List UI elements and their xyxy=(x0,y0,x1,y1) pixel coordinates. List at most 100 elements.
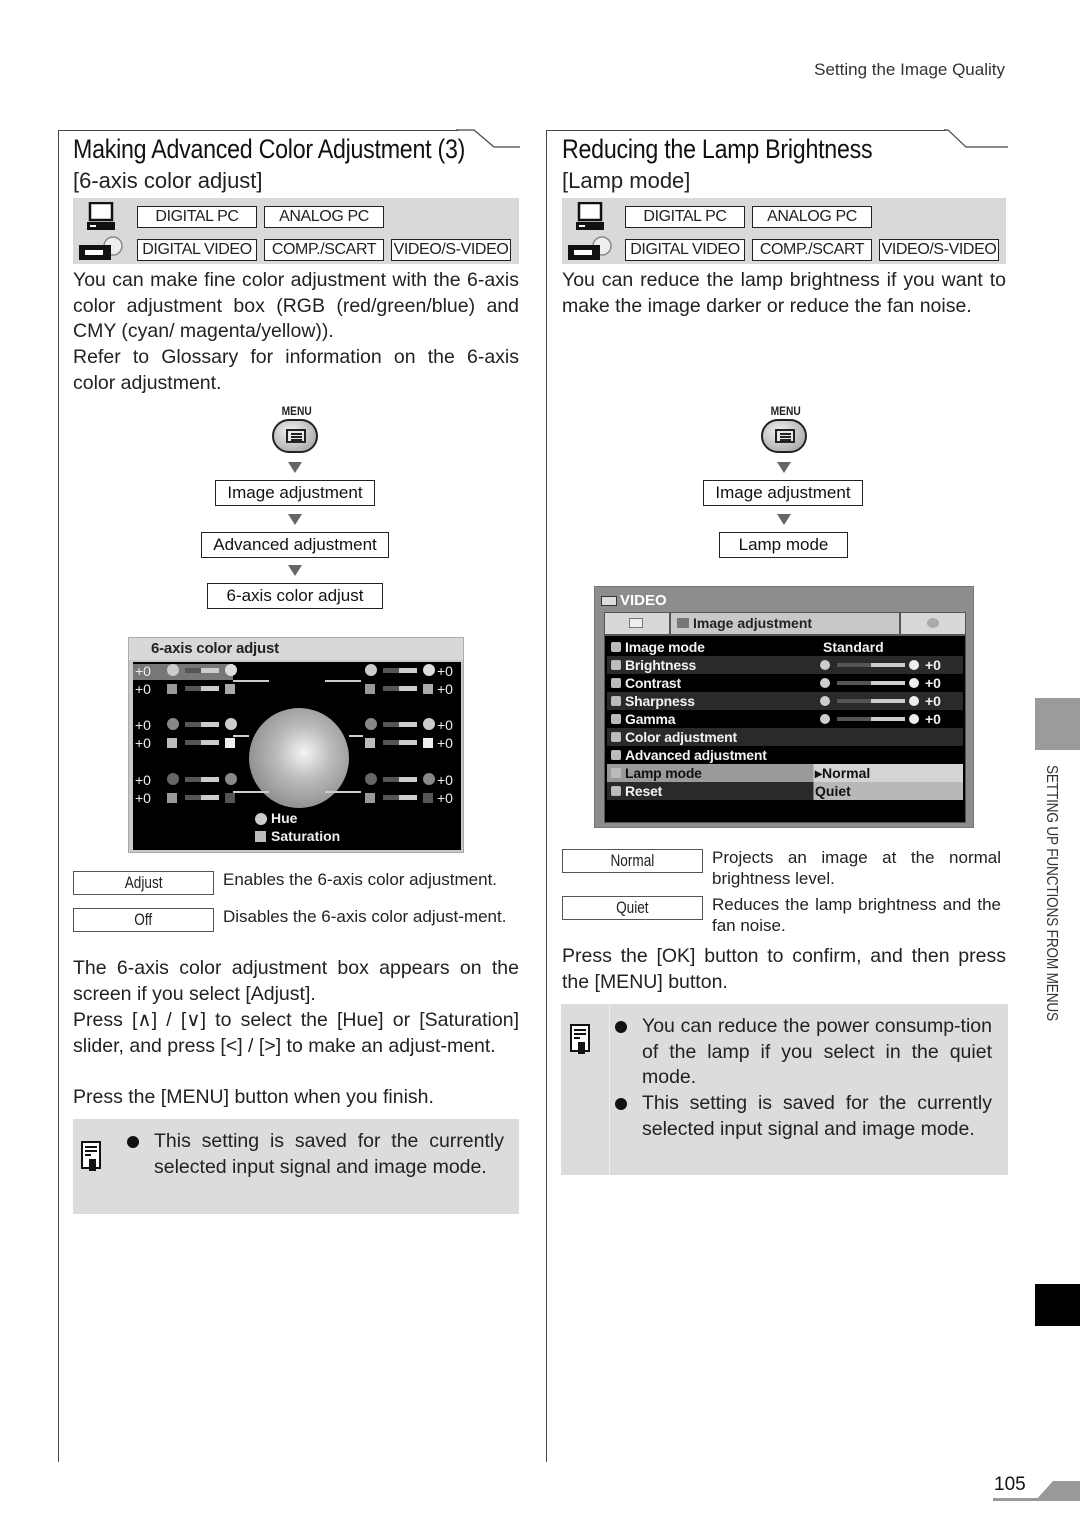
step-image-adjustment: Image adjustment xyxy=(215,480,375,506)
menu-row-value: Quiet xyxy=(815,783,851,799)
computer-icon xyxy=(87,202,115,230)
axis-value: +0 xyxy=(437,681,453,697)
slider-min-icon xyxy=(820,696,830,706)
axis-slider[interactable] xyxy=(383,722,417,727)
slider-min-icon xyxy=(820,714,830,724)
menu-row-label: Contrast xyxy=(625,675,681,691)
left-note-text: This setting is saved for the currently … xyxy=(154,1130,504,1178)
value-slider[interactable] xyxy=(837,681,905,685)
axis-slider[interactable] xyxy=(185,795,219,800)
menu-row-icon xyxy=(611,732,621,742)
menu-row-gamma[interactable]: Gamma +0 xyxy=(607,710,963,728)
axis-slider[interactable] xyxy=(185,722,219,727)
menu-row-sharpness[interactable]: Sharpness +0 xyxy=(607,692,963,710)
slider-max-icon xyxy=(909,696,919,706)
left-intro-2: Refer to Glossary for information on the… xyxy=(73,346,519,394)
axis-slider-row: +0 xyxy=(133,773,237,787)
axis-slider[interactable] xyxy=(185,777,219,782)
menu-button-icon xyxy=(761,419,807,453)
axis-value: +0 xyxy=(135,717,151,733)
saturation-legend-icon xyxy=(255,831,266,842)
arrow-down-icon xyxy=(288,514,302,525)
tag-digital-pc: DIGITAL PC xyxy=(137,206,257,228)
menu-row-lamp-mode[interactable]: Lamp mode ▸Normal xyxy=(607,764,963,782)
axis-slider[interactable] xyxy=(383,777,417,782)
option-adjust-label: Adjust xyxy=(124,873,163,892)
saturation-swatch xyxy=(225,793,235,803)
connector-line xyxy=(233,791,269,793)
video-source-icon xyxy=(601,596,617,606)
menu-row-contrast[interactable]: Contrast +0 xyxy=(607,674,963,692)
arrow-down-icon xyxy=(288,462,302,473)
source-name: VIDEO xyxy=(620,592,667,609)
axis-slider-row: +0 xyxy=(133,717,237,733)
axis-slider-row: +0 xyxy=(361,773,461,787)
chapter-tab-marker xyxy=(1035,698,1080,750)
hue-swatch xyxy=(365,664,377,676)
menu-row-icon xyxy=(611,678,621,688)
image-adjustment-list: Image mode Standard Brightness +0 Contrast +0… xyxy=(604,635,966,823)
left-body-3: Press the [MENU] button when you finish. xyxy=(73,1086,434,1108)
running-head: Setting the Image Quality xyxy=(814,60,1005,79)
axis-value: +0 xyxy=(437,663,453,679)
menu-row-icon xyxy=(611,768,621,778)
menu-row-image-mode[interactable]: Image mode Standard xyxy=(607,638,963,656)
axis-slider[interactable] xyxy=(383,668,417,673)
source-label: VIDEO xyxy=(601,591,667,611)
menu-row-icon xyxy=(611,714,621,724)
right-body-1: Press the [OK] button to confirm, and th… xyxy=(562,945,1006,993)
gear-icon xyxy=(927,618,939,628)
menu-row-label: Lamp mode xyxy=(625,765,702,781)
hue-swatch xyxy=(423,718,435,730)
left-note-box: This setting is saved for the currently … xyxy=(73,1119,519,1214)
saturation-swatch xyxy=(167,793,177,803)
axis-slider[interactable] xyxy=(383,795,417,800)
option-off: Off xyxy=(73,908,214,932)
axis-slider-row: +0 xyxy=(133,681,235,697)
saturation-swatch xyxy=(225,684,235,694)
tag-video-s-video: VIDEO/S-VIDEO xyxy=(879,239,999,261)
menu-row-reset[interactable]: Reset Quiet xyxy=(607,782,963,800)
axis-value: +0 xyxy=(135,681,151,697)
menu-button-icon xyxy=(272,419,318,453)
menu-row-color-adjustment[interactable]: Color adjustment xyxy=(607,728,963,746)
menu-row-advanced-adjustment[interactable]: Advanced adjustment xyxy=(607,746,963,764)
hue-swatch xyxy=(225,718,237,730)
menu-row-value: ▸Normal xyxy=(815,765,871,781)
arrow-down-icon xyxy=(777,514,791,525)
saturation-swatch xyxy=(225,738,235,748)
value-slider[interactable] xyxy=(837,717,905,721)
axis-slider[interactable] xyxy=(185,686,219,691)
right-signal-box: DIGITAL PC ANALOG PC DIGITAL VIDEO COMP.… xyxy=(562,198,1006,264)
menu-row-icon xyxy=(611,750,621,760)
page-number-slant xyxy=(1035,1481,1080,1501)
tag-analog-pc: ANALOG PC xyxy=(264,206,384,228)
left-section-subtitle: [6-axis color adjust] xyxy=(73,168,263,193)
tag-digital-video: DIGITAL VIDEO xyxy=(137,239,257,261)
axis-slider-row: +0 xyxy=(133,791,235,805)
hue-legend-label: Hue xyxy=(271,810,298,826)
left-body-2: Press [∧] / [∨] to select the [Hue] or [… xyxy=(73,1009,519,1057)
chapter-side-label: SETTING UP FUNCTIONS FROM MENUS xyxy=(1040,765,1060,1025)
saturation-legend-label: Saturation xyxy=(271,828,341,844)
axis-value: +0 xyxy=(135,663,151,679)
axis-slider[interactable] xyxy=(185,740,219,745)
menu-row-value: Standard xyxy=(823,639,884,655)
axis-slider[interactable] xyxy=(383,740,417,745)
menu-row-label: Advanced adjustment xyxy=(625,747,767,763)
value-slider[interactable] xyxy=(837,699,905,703)
right-note-text-1: You can reduce the power consump-tion of… xyxy=(642,1015,992,1088)
option-off-label: Off xyxy=(134,910,153,929)
axis-slider[interactable] xyxy=(383,686,417,691)
hue-swatch xyxy=(167,718,179,730)
right-intro: You can reduce the lamp brightness if yo… xyxy=(562,269,1006,317)
saturation-swatch xyxy=(365,793,375,803)
menu-row-brightness[interactable]: Brightness +0 xyxy=(607,656,963,674)
value-slider[interactable] xyxy=(837,663,905,667)
menu-row-label: Brightness xyxy=(625,657,697,673)
tab-settings xyxy=(899,613,965,634)
tag-comp-scart: COMP./SCART xyxy=(752,239,872,261)
tag-video-s-video: VIDEO/S-VIDEO xyxy=(391,239,511,261)
axis-slider[interactable] xyxy=(185,668,219,673)
axis-value: +0 xyxy=(437,717,453,733)
